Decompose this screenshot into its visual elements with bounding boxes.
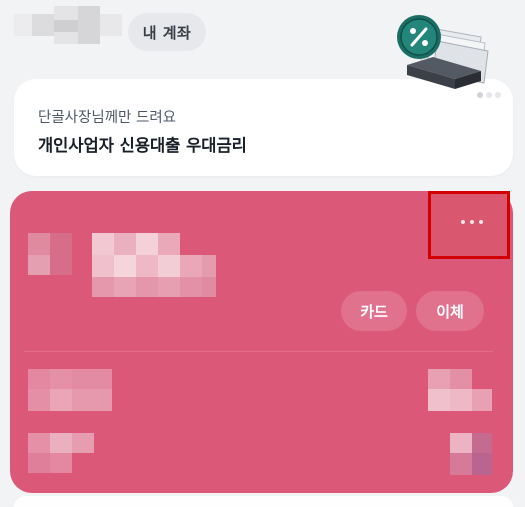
next-card-edge — [14, 496, 513, 507]
more-options-button[interactable] — [428, 191, 510, 259]
more-horizontal-icon — [461, 220, 483, 224]
transfer-button[interactable]: 이체 — [416, 291, 484, 331]
promo-subtitle: 단골사장님께만 드려요 — [38, 110, 177, 126]
banner-page-indicator — [477, 92, 501, 98]
my-account-button[interactable]: 내 계좌 — [128, 13, 206, 51]
promo-title: 개인사업자 신용대출 우대금리 — [38, 136, 247, 155]
loan-promo-banner[interactable]: 단골사장님께만 드려요 개인사업자 신용대출 우대금리 — [14, 79, 513, 176]
percent-coin-money-icon — [397, 15, 489, 89]
card-button[interactable]: 카드 — [341, 291, 407, 331]
card-divider — [24, 351, 493, 352]
masked-user-name — [14, 6, 122, 46]
